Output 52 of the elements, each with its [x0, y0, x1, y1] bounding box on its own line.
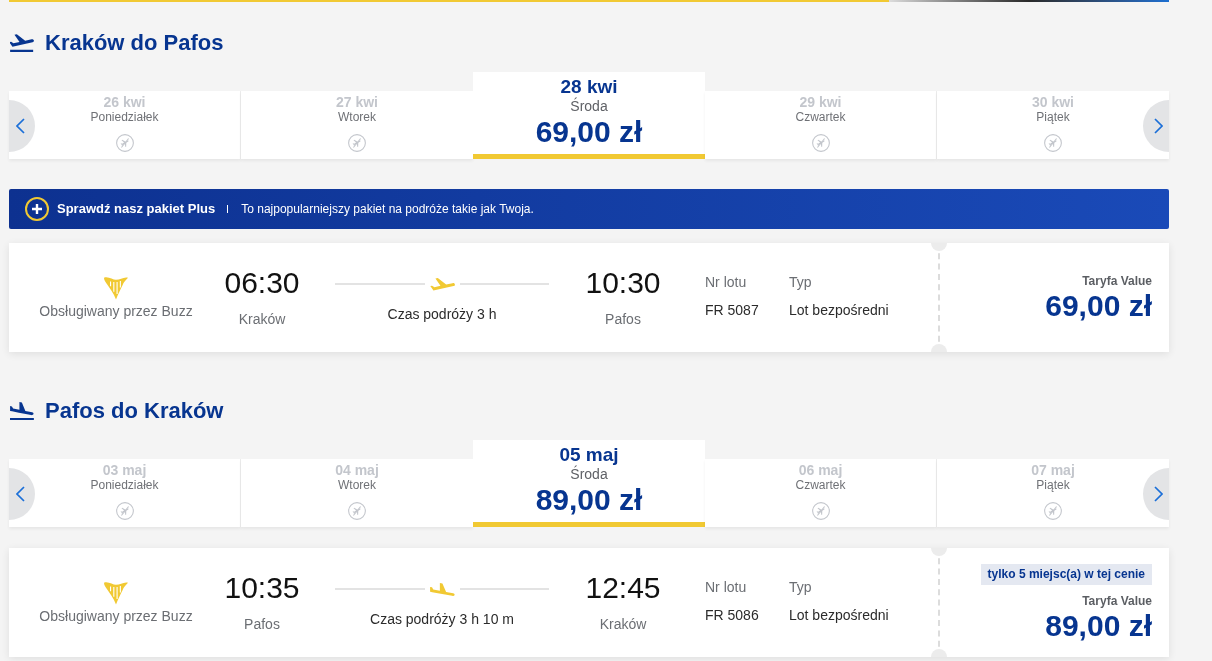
flight-type: Lot bezpośredni: [789, 607, 889, 623]
plane-takeoff-icon: [10, 34, 34, 52]
plane-icon: [429, 277, 455, 291]
plane-landing-icon: [10, 402, 34, 420]
flight-number: FR 5086: [705, 607, 759, 623]
duration-label: Czas podróży 3 h 10 m: [370, 611, 514, 627]
departure-time: 06:30: [224, 268, 300, 298]
date-tab[interactable]: 26 kwi Poniedziałek: [9, 91, 241, 159]
date-tab[interactable]: 06 maj Czwartek: [705, 459, 937, 527]
harp-icon: [104, 276, 128, 300]
date-tab[interactable]: 05 maj Środa 89,00 zł: [473, 440, 705, 527]
chevron-left-icon: [15, 118, 25, 134]
chevron-right-icon: [1153, 486, 1163, 502]
date-tab[interactable]: 04 maj Wtorek: [241, 459, 473, 527]
fare-name: Taryfa Value: [1082, 273, 1152, 288]
arrival-time: 10:30: [585, 268, 661, 298]
arrival-time: 12:45: [585, 573, 661, 603]
flight-type-label: Typ: [789, 579, 812, 595]
date-tab[interactable]: 29 kwi Czwartek: [705, 91, 937, 159]
promo-title: Sprawdź nasz pakiet Plus: [57, 200, 216, 219]
flight-card[interactable]: Obsługiwany przez Buzz 10:35 Pafos Czas podróży 3 h 10 m 12:45 Kraków Nr lotu FR 5086 Typ Lot bezpośredni tylko 5 miejsc(a) w tej cenie Taryfa Value 89,00 zł: [9, 548, 1169, 657]
duration-label: Czas podróży 3 h: [387, 306, 497, 322]
departure-city: Pafos: [244, 616, 280, 632]
flight-number-label: Nr lotu: [705, 579, 747, 595]
operator-label: Obsługiwany przez Buzz: [39, 303, 193, 319]
date-tab[interactable]: 28 kwi Środa 69,00 zł: [473, 72, 705, 159]
date-tab[interactable]: 30 kwi Piątek: [937, 91, 1169, 159]
flight-card[interactable]: Obsługiwany przez Buzz 06:30 Kraków Czas podróży 3 h 10:30 Pafos Nr lotu FR 5087 Typ Lot bezpośredni Taryfa Value 69,00 zł: [9, 243, 1169, 352]
price: 69,00 zł: [1045, 289, 1152, 322]
fare-name: Taryfa Value: [1082, 593, 1152, 608]
date-tab[interactable]: 27 kwi Wtorek: [241, 91, 473, 159]
flight-number: FR 5087: [705, 302, 759, 318]
operator-label: Obsługiwany przez Buzz: [39, 608, 193, 624]
date-tab[interactable]: 03 maj Poniedziałek: [9, 459, 241, 527]
departure-city: Kraków: [238, 311, 286, 327]
availability-badge: tylko 5 miejsc(a) w tej cenie: [980, 563, 1152, 585]
plane-icon: [429, 582, 455, 596]
arrival-city: Pafos: [605, 311, 641, 327]
section-title: Pafos do Kraków: [45, 398, 224, 424]
flight-type-label: Typ: [789, 274, 812, 290]
harp-icon: [104, 581, 128, 605]
price: 89,00 zł: [1045, 609, 1152, 642]
section-title: Kraków do Pafos: [45, 30, 224, 56]
arrival-city: Kraków: [599, 616, 647, 632]
date-tab[interactable]: 07 maj Piątek: [937, 459, 1169, 527]
chevron-right-icon: [1153, 118, 1163, 134]
chevron-left-icon: [15, 486, 25, 502]
flight-number-label: Nr lotu: [705, 274, 747, 290]
plus-circle-icon: [25, 197, 49, 221]
promo-text: To najpopularniejszy pakiet na podróże takie jak Twoja.: [241, 201, 534, 218]
departure-time: 10:35: [224, 573, 300, 603]
flight-type: Lot bezpośredni: [789, 302, 889, 318]
